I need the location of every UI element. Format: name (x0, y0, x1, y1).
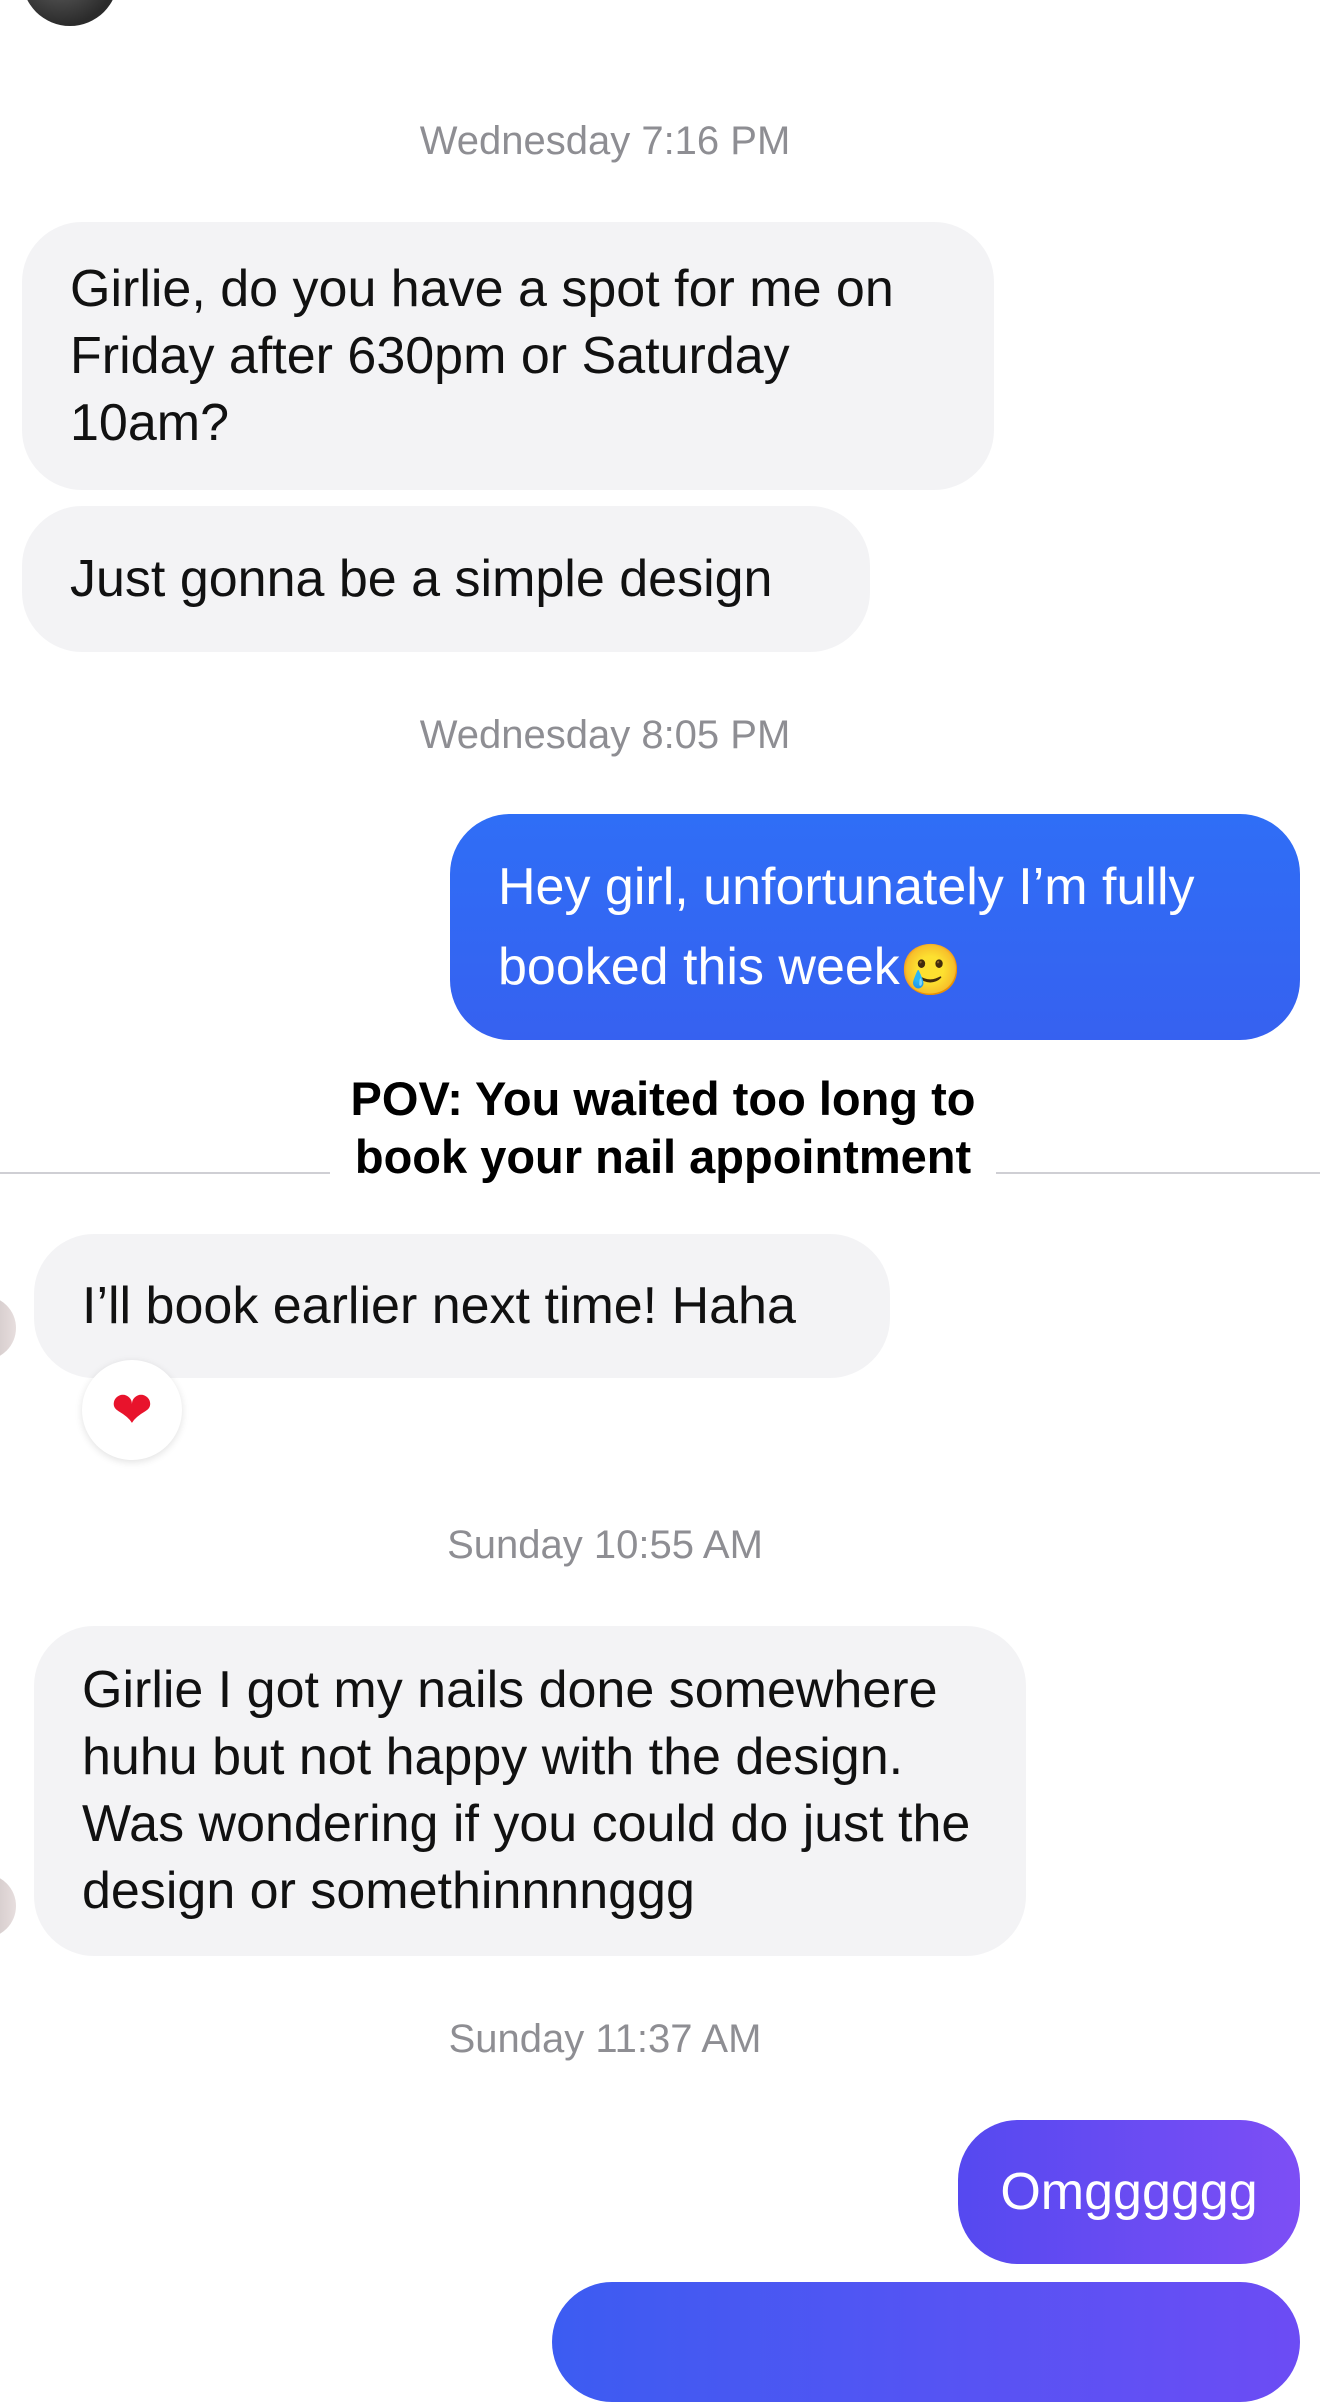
message-bubble-incoming[interactable]: Girlie I got my nails done somewhere huh… (34, 1626, 1026, 1956)
contact-avatar[interactable] (0, 1874, 16, 1938)
message-text: Hey girl, unfortunately I’m fully booked… (498, 858, 1195, 999)
timestamp: Sunday 11:37 AM (448, 2017, 762, 2061)
timestamp: Sunday 10:55 AM (447, 1523, 763, 1567)
message-text: I’ll book earlier next time! Haha (82, 1276, 796, 1335)
caption-line: POV: You waited too long to (350, 1072, 976, 1125)
message-bubble-incoming[interactable]: I’ll book earlier next time! Haha (34, 1234, 890, 1378)
message-text: Omgggggg (1000, 2163, 1258, 2221)
message-text: Just gonna be a simple design (70, 549, 773, 608)
heart-reaction[interactable]: ❤ (82, 1360, 182, 1460)
video-caption-overlay: POV: You waited too long to book your na… (330, 1058, 996, 1192)
message-bubble-outgoing[interactable]: Omgggggg (958, 2120, 1300, 2264)
message-bubble-outgoing[interactable] (552, 2282, 1300, 2402)
contact-avatar[interactable] (22, 0, 118, 26)
message-text: Girlie I got my nails done somewhere huh… (82, 1661, 971, 1920)
timestamp: Wednesday 8:05 PM (419, 713, 791, 757)
heart-icon: ❤ (111, 1381, 153, 1439)
contact-avatar[interactable] (0, 1296, 16, 1360)
caption-line: book your nail appointment (354, 1130, 972, 1183)
message-bubble-incoming[interactable]: Girlie, do you have a spot for me on Fri… (22, 222, 994, 490)
message-bubble-outgoing[interactable]: Hey girl, unfortunately I’m fully booked… (450, 814, 1300, 1040)
message-text: Girlie, do you have a spot for me on Fri… (70, 259, 894, 452)
crying-smile-icon: 🥲 (899, 942, 963, 999)
message-bubble-incoming[interactable]: Just gonna be a simple design (22, 506, 870, 652)
timestamp: Wednesday 7:16 PM (419, 119, 791, 163)
